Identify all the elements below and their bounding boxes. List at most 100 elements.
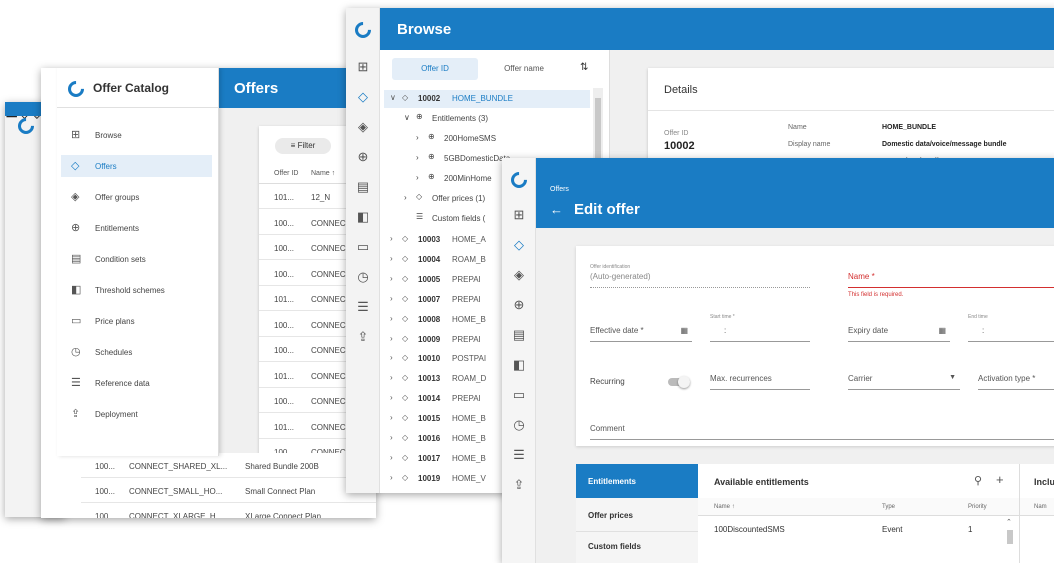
- start-time-field[interactable]: :: [710, 326, 810, 342]
- tab-offer-prices[interactable]: Offer prices: [576, 498, 698, 532]
- row-display-name: Shared Bundle 200B: [245, 462, 319, 471]
- threshold-icon[interactable]: ◧: [354, 208, 372, 226]
- details-key: Display name: [788, 141, 831, 148]
- offer-item-id: 10009: [418, 334, 441, 344]
- browse-icon[interactable]: ⊞: [354, 58, 372, 76]
- carrier-select[interactable]: Carrier ▼: [848, 374, 960, 390]
- end-time-field[interactable]: :: [968, 326, 1054, 342]
- offer-identification-label: Offer identification: [590, 264, 631, 270]
- sidebar-item-offers[interactable]: ◇ Offers: [61, 155, 212, 177]
- sidebar-item-label: Threshold schemes: [95, 286, 165, 295]
- back-arrow-icon[interactable]: ←: [550, 202, 563, 217]
- offer-item-name: PREPAI: [452, 294, 481, 304]
- col-name[interactable]: Name ↑: [311, 170, 335, 177]
- condition-sets-icon: ▤: [71, 253, 82, 265]
- reference-data-icon[interactable]: ☰: [354, 298, 372, 316]
- offer-groups-icon: ◈: [71, 191, 80, 203]
- name-field-label: Name *: [848, 272, 875, 281]
- sidebar-item-condition-sets[interactable]: ▤ Condition sets: [61, 248, 212, 270]
- tree-root[interactable]: ∨ ◇ 10002 HOME_BUNDLE: [384, 90, 590, 108]
- col-name-header[interactable]: Name ↑: [714, 504, 735, 510]
- entitlements-scroll-thumb[interactable]: [1007, 530, 1013, 544]
- scroll-up-icon[interactable]: ⌃: [1006, 518, 1012, 526]
- col-offer-id[interactable]: Offer ID: [274, 170, 298, 177]
- sidebar-item-deployment[interactable]: ⇪ Deployment: [61, 403, 212, 425]
- offer-groups-icon[interactable]: ◈: [510, 266, 528, 284]
- gift-icon: ⊕: [428, 132, 435, 141]
- browse-icon[interactable]: ⊞: [510, 206, 528, 224]
- sidebar-item-label: Price plans: [95, 317, 135, 326]
- sidebar-item-label: Schedules: [95, 348, 133, 357]
- sort-icon[interactable]: ⇅: [580, 62, 588, 73]
- entitlements-icon[interactable]: ⊕: [510, 296, 528, 314]
- sidebar-item-offer-groups[interactable]: ◈ Offer groups: [61, 186, 212, 208]
- table-row[interactable]: 100... CONNECT_SHARED_XL... Shared Bundle …: [81, 453, 376, 478]
- sidebar-item-browse[interactable]: ⊞ Browse: [61, 124, 212, 146]
- row-name: CONNECT_SMALL_HO...: [129, 487, 223, 496]
- entitlement-row[interactable]: 100DiscountedSMS Event 1: [698, 518, 1019, 540]
- sidebar-item-entitlements[interactable]: ⊕ Entitlements: [61, 217, 212, 239]
- offers-icon[interactable]: ◇: [354, 88, 372, 106]
- search-icon[interactable]: ⚲: [974, 474, 982, 487]
- entitlements-scrollbar[interactable]: ⌃: [1006, 518, 1014, 548]
- price-plans-icon[interactable]: ▭: [510, 386, 528, 404]
- offer-item-id: 10017: [418, 453, 441, 463]
- details-offer-id-label: Offer ID: [664, 130, 689, 137]
- sidebar-item-reference-data[interactable]: ☰ Reference data: [61, 372, 212, 394]
- filter-button[interactable]: ≡ Filter: [275, 138, 331, 154]
- expand-icon: ›: [390, 293, 393, 303]
- offers-icon[interactable]: ◇: [510, 236, 528, 254]
- name-field[interactable]: Name *: [848, 272, 1054, 288]
- activation-type-select[interactable]: Activation type *: [978, 374, 1054, 390]
- comment-field[interactable]: Comment: [590, 424, 1054, 440]
- condition-sets-icon[interactable]: ▤: [510, 326, 528, 344]
- sidebar-item-threshold-schemes[interactable]: ◧ Threshold schemes: [61, 279, 212, 301]
- tab-custom-fields[interactable]: Custom fields: [576, 532, 698, 563]
- deployment-icon[interactable]: ⇪: [354, 328, 372, 346]
- recurring-toggle[interactable]: [668, 376, 690, 388]
- condition-sets-icon[interactable]: ▤: [354, 178, 372, 196]
- expand-icon: ›: [390, 433, 393, 442]
- max-recurrences-field[interactable]: Max. recurrences: [710, 374, 810, 390]
- offer-item-id: 10003: [418, 235, 441, 244]
- col-name-label: Name: [311, 170, 330, 177]
- col-priority-header[interactable]: Priority: [968, 504, 987, 510]
- edit-lower: Entitlements Offer prices Custom fields …: [576, 464, 1054, 563]
- included-col-name[interactable]: Nam: [1034, 504, 1047, 510]
- expand-icon: ›: [390, 413, 393, 423]
- start-time-label: Start time *: [710, 314, 735, 320]
- schedules-icon[interactable]: ◷: [354, 268, 372, 286]
- effective-date-field[interactable]: Effective date * ▦: [590, 326, 692, 342]
- edit-breadcrumb[interactable]: Offers: [550, 186, 569, 193]
- entitlements-icon[interactable]: ⊕: [354, 148, 372, 166]
- expand-icon: ›: [390, 234, 393, 243]
- schedules-icon: ◷: [71, 346, 81, 358]
- row-offer-id: 100...: [95, 462, 116, 471]
- add-icon[interactable]: +: [996, 472, 1004, 487]
- sidebar-item-schedules[interactable]: ◷ Schedules: [61, 341, 212, 363]
- row-offer-id: 100...: [274, 346, 295, 355]
- price-plans-icon[interactable]: ▭: [354, 238, 372, 256]
- tab-offer-id[interactable]: Offer ID: [392, 58, 478, 80]
- schedules-icon[interactable]: ◷: [510, 416, 528, 434]
- threshold-icon[interactable]: ◧: [510, 356, 528, 374]
- table-row[interactable]: 100... CONNECT_XLARGE_H... XLarge Connect …: [81, 503, 376, 518]
- sidebar-item-label: Browse: [95, 131, 122, 140]
- offer-groups-icon[interactable]: ◈: [354, 118, 372, 136]
- table-row[interactable]: 100... CONNECT_SMALL_HO... Small Connect P…: [81, 478, 376, 503]
- col-type-header[interactable]: Type: [882, 504, 895, 510]
- calendar-icon[interactable]: ▦: [938, 326, 946, 335]
- offer-item-id: 10007: [418, 294, 441, 304]
- tab-custom-fields-label: Custom fields: [588, 542, 641, 551]
- row-offer-id: 100...: [274, 320, 295, 330]
- offer-item-id: 10015: [418, 414, 441, 424]
- expiry-date-field[interactable]: Expiry date ▦: [848, 326, 950, 342]
- sidebar-item-price-plans[interactable]: ▭ Price plans: [61, 310, 212, 332]
- tab-entitlements[interactable]: Entitlements: [576, 464, 698, 498]
- row-name: CONNEC: [311, 397, 346, 406]
- calendar-icon[interactable]: ▦: [680, 326, 688, 335]
- tab-offer-name[interactable]: Offer name: [484, 58, 564, 80]
- reference-data-icon[interactable]: ☰: [510, 446, 528, 464]
- sidebar-item-label: Deployment: [95, 410, 138, 419]
- deployment-icon[interactable]: ⇪: [510, 476, 528, 494]
